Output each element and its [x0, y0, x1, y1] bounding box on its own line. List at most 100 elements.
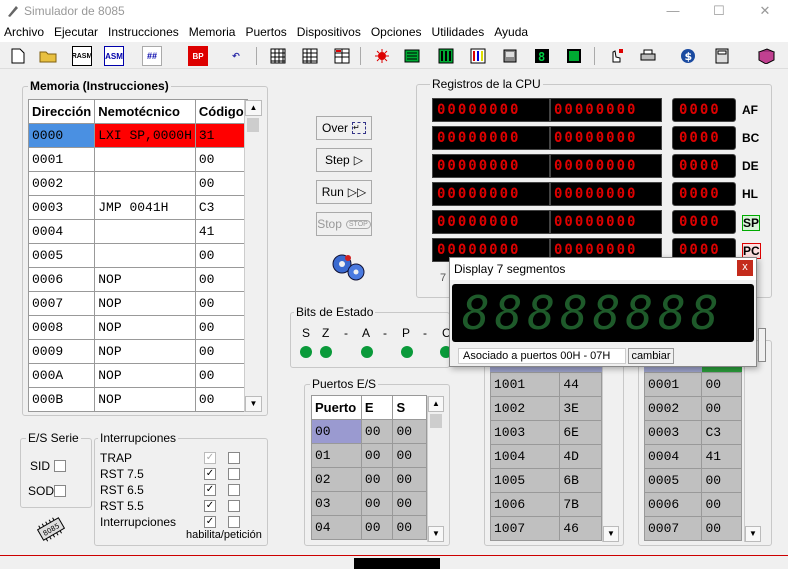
table-row[interactable]: 0001 00 [643, 372, 742, 397]
open-folder-icon[interactable] [38, 46, 58, 66]
table-row[interactable]: 0007 00 [643, 516, 742, 541]
table-row[interactable]: 01 00 00 [311, 443, 427, 468]
sod-checkbox[interactable] [54, 485, 66, 497]
rst75-enable-checkbox[interactable]: ✓ [204, 468, 216, 480]
menu-puertos[interactable]: Puertos [241, 22, 290, 39]
table-row[interactable]: 03 00 00 [311, 491, 427, 516]
table-row[interactable]: 000B NOP 00 [27, 387, 248, 412]
table-row[interactable]: 1005 6B [489, 468, 602, 493]
ports-grid-icon[interactable] [300, 46, 320, 66]
menu-memoria[interactable]: Memoria [185, 22, 240, 39]
table-row[interactable]: 1002 3E [489, 396, 602, 421]
table-row[interactable]: 0002 00 [643, 396, 742, 421]
table-row[interactable]: 00 00 00 [311, 419, 427, 444]
scroll-down-icon[interactable]: ▼ [603, 526, 619, 542]
table-row[interactable]: 0007 NOP 00 [27, 291, 248, 316]
rasm-icon[interactable]: RASM [72, 46, 92, 66]
lcd-icon[interactable] [402, 46, 422, 66]
step-button[interactable]: Step ▷ [316, 148, 372, 172]
memview1-scrollbar[interactable]: ▼ [602, 366, 619, 542]
keypad-icon[interactable] [564, 46, 584, 66]
table-row[interactable]: 0001 00 [27, 147, 248, 172]
col-direccion[interactable]: Dirección [27, 99, 96, 124]
trap-request-checkbox[interactable] [228, 452, 240, 464]
rst55-request-checkbox[interactable] [228, 500, 240, 512]
printer-icon[interactable] [638, 46, 658, 66]
interrupts-enable-checkbox[interactable]: ✓ [204, 516, 216, 528]
table-row[interactable]: 1007 46 [489, 516, 602, 541]
registers-grid-icon[interactable] [332, 46, 352, 66]
table-row[interactable]: 0009 NOP 00 [27, 339, 248, 364]
over-button[interactable]: Over ↵ [316, 116, 372, 140]
scroll-up-icon[interactable]: ▲ [245, 100, 262, 116]
table-row[interactable]: 1004 4D [489, 444, 602, 469]
scroll-thumb[interactable] [430, 414, 442, 428]
minimize-button[interactable]: — [650, 0, 696, 22]
device-icon[interactable] [500, 46, 520, 66]
gears-icon[interactable] [328, 250, 368, 284]
breakpoint-icon[interactable]: BP [188, 46, 208, 66]
hash-icon[interactable]: ## [142, 46, 162, 66]
table-row[interactable]: 1003 6E [489, 420, 602, 445]
table-row[interactable]: 0006 NOP 00 [27, 267, 248, 292]
seven-seg-icon[interactable]: 8 [532, 46, 552, 66]
menu-instrucciones[interactable]: Instrucciones [104, 22, 183, 39]
menu-utilidades[interactable]: Utilidades [428, 22, 489, 39]
scroll-down-icon[interactable]: ▼ [428, 526, 444, 542]
memory-grid-icon[interactable] [268, 46, 288, 66]
asm-icon[interactable]: ASM [104, 46, 124, 66]
color-bars-icon[interactable] [468, 46, 488, 66]
memory-scrollbar[interactable]: ▲ ▼ [244, 100, 262, 412]
scroll-down-icon[interactable]: ▼ [745, 526, 761, 542]
table-row[interactable]: 02 00 00 [311, 467, 427, 492]
scroll-thumb[interactable] [247, 118, 259, 132]
rst65-request-checkbox[interactable] [228, 484, 240, 496]
rst55-enable-checkbox[interactable]: ✓ [204, 500, 216, 512]
menu-ayuda[interactable]: Ayuda [490, 22, 532, 39]
table-row[interactable]: 0006 00 [643, 492, 742, 517]
change-button[interactable]: cambiar [628, 348, 674, 364]
table-row[interactable]: 0004 41 [643, 444, 742, 469]
scroll-up-icon[interactable]: ▲ [428, 396, 444, 412]
memview2-scrollbar[interactable]: ▼ [744, 366, 761, 542]
menu-archivo[interactable]: Archivo [0, 22, 48, 39]
table-row[interactable]: 1001 44 [489, 372, 602, 397]
run-button[interactable]: Run ▷▷ [316, 180, 372, 204]
table-row[interactable]: 0002 00 [27, 171, 248, 196]
table-row[interactable]: 000A NOP 00 [27, 363, 248, 388]
close-button[interactable]: ✕ [742, 0, 788, 22]
table-row[interactable]: 0003 C3 [643, 420, 742, 445]
table-row[interactable]: 04 00 00 [311, 515, 427, 540]
table-row[interactable]: 1006 7B [489, 492, 602, 517]
bars-icon[interactable] [436, 46, 456, 66]
stop-button[interactable]: Stop STOP [316, 212, 372, 236]
col-codigo[interactable]: Código [194, 99, 248, 124]
table-row[interactable]: 0000 LXI SP,0000H 31 [27, 123, 248, 148]
col-puerto[interactable]: Puerto [311, 395, 362, 420]
menu-dispositivos[interactable]: Dispositivos [293, 22, 365, 39]
menu-opciones[interactable]: Opciones [367, 22, 426, 39]
table-row[interactable]: 0004 41 [27, 219, 248, 244]
hand-pointer-icon[interactable] [606, 46, 626, 66]
table-row[interactable]: 0008 NOP 00 [27, 315, 248, 340]
led-icon[interactable] [372, 46, 392, 66]
new-file-icon[interactable] [8, 46, 28, 66]
maximize-button[interactable]: ☐ [696, 0, 742, 22]
seven-segment-close-button[interactable]: x [737, 260, 753, 276]
rst65-enable-checkbox[interactable]: ✓ [204, 484, 216, 496]
dollar-icon[interactable]: $ [678, 46, 698, 66]
col-entrada[interactable]: E [360, 395, 394, 420]
ports-scrollbar[interactable]: ▲ ▼ [427, 396, 444, 542]
calculator-icon[interactable] [712, 46, 732, 66]
menu-ejecutar[interactable]: Ejecutar [50, 22, 102, 39]
col-salida[interactable]: S [392, 395, 427, 420]
sid-checkbox[interactable] [54, 460, 66, 472]
table-row[interactable]: 0005 00 [643, 468, 742, 493]
undo-icon[interactable]: ↶ [226, 46, 246, 66]
help-book-icon[interactable] [756, 46, 776, 66]
table-row[interactable]: 0005 00 [27, 243, 248, 268]
col-nemotecnico[interactable]: Nemotécnico [94, 99, 196, 124]
interrupts-request-checkbox[interactable] [228, 516, 240, 528]
rst75-request-checkbox[interactable] [228, 468, 240, 480]
table-row[interactable]: 0003 JMP 0041H C3 [27, 195, 248, 220]
